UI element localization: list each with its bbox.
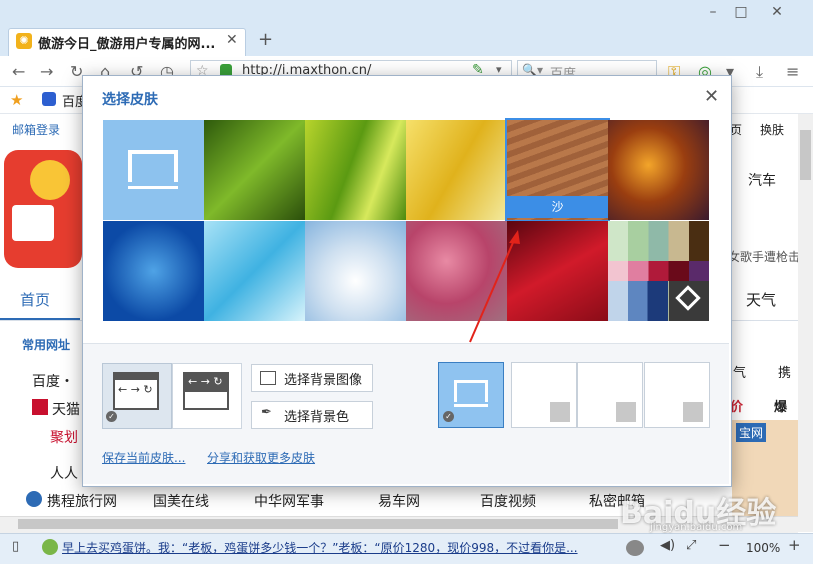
nav-car[interactable]: 汽车 bbox=[748, 170, 776, 190]
minimize-icon[interactable]: – bbox=[700, 2, 726, 22]
site-link[interactable]: 天猫 bbox=[52, 399, 80, 419]
skin-tile-water[interactable] bbox=[103, 221, 204, 321]
new-tab-icon[interactable]: + bbox=[258, 29, 273, 50]
adblock-icon[interactable] bbox=[626, 540, 644, 556]
select-background-image-label[interactable]: 选择背景图像 bbox=[284, 369, 362, 388]
sidebar-toggle-icon[interactable]: ▯ bbox=[12, 539, 19, 554]
logo-m-icon bbox=[12, 205, 54, 241]
site-link[interactable]: 易车网 bbox=[378, 491, 420, 511]
site-link[interactable]: 百度・ bbox=[32, 371, 74, 391]
share-get-more-skins-link[interactable]: 分享和获取更多皮肤 bbox=[207, 449, 315, 466]
maxthon-m-icon bbox=[128, 150, 178, 182]
slot-maxthon-bar bbox=[454, 404, 488, 407]
right-burst[interactable]: 爆 bbox=[774, 396, 787, 415]
forward-icon[interactable]: → bbox=[40, 62, 53, 81]
selected-skin-label[interactable]: 沙 bbox=[507, 196, 608, 218]
save-current-skin-link[interactable]: 保存当前皮肤... bbox=[102, 449, 185, 466]
ctrip-icon bbox=[26, 491, 42, 507]
back-icon[interactable]: ← bbox=[12, 62, 25, 81]
mail-login-link[interactable]: 邮箱登录 bbox=[12, 121, 60, 138]
baidu-watermark-url: jingyan.baidu.com bbox=[650, 522, 743, 533]
slot-placeholder-icon bbox=[683, 402, 703, 422]
maxthon-tab-icon: ✺ bbox=[16, 33, 32, 49]
slot-check-icon: ✓ bbox=[443, 411, 454, 422]
skin-tile-rose[interactable] bbox=[507, 221, 608, 321]
zoom-out-icon[interactable]: − bbox=[718, 536, 731, 554]
vertical-scroll-thumb[interactable] bbox=[800, 130, 811, 180]
select-background-color-label[interactable]: 选择背景色 bbox=[284, 406, 349, 425]
tab-title[interactable]: 傲游今日_傲游用户专属的网... bbox=[38, 33, 218, 51]
horizontal-scroll-thumb[interactable] bbox=[18, 519, 618, 529]
color-swatch-row bbox=[608, 261, 709, 281]
baidu-paw-icon bbox=[42, 92, 56, 106]
selected-check-icon: ✓ bbox=[106, 411, 117, 422]
site-link[interactable]: 百度视频 bbox=[480, 491, 536, 511]
news-headline[interactable]: 女歌手遭枪击 bbox=[728, 248, 800, 265]
menu-icon[interactable]: ≡ bbox=[786, 62, 799, 81]
slot-placeholder-icon bbox=[550, 402, 570, 422]
dialog-title: 选择皮肤 bbox=[102, 92, 158, 108]
joke-face-icon bbox=[42, 539, 58, 555]
skin-tile-leaf[interactable] bbox=[305, 120, 406, 220]
favorites-star-icon[interactable]: ★ bbox=[10, 91, 23, 109]
image-icon bbox=[260, 371, 276, 385]
volume-icon[interactable]: ◀) bbox=[660, 538, 675, 553]
title-bar bbox=[0, 0, 813, 26]
site-link[interactable]: 人人 bbox=[50, 463, 78, 483]
site-link[interactable]: 携程旅行网 bbox=[47, 491, 117, 511]
nav-home[interactable]: 首页 bbox=[20, 289, 50, 310]
skin-tile-yellow-petal[interactable] bbox=[406, 120, 507, 220]
close-window-icon[interactable]: ✕ bbox=[764, 2, 790, 22]
right-xie[interactable]: 携 bbox=[778, 362, 791, 381]
maxthon-m-bar bbox=[128, 186, 178, 189]
layout-b-content bbox=[185, 392, 227, 408]
skin-tile-ice[interactable] bbox=[204, 221, 305, 321]
maximize-icon[interactable]: □ bbox=[728, 2, 754, 22]
skin-tile-blossom[interactable] bbox=[406, 221, 507, 321]
layout-b-arrows-icon: ← → ↻ bbox=[188, 375, 223, 388]
common-sites-heading: 常用网址 bbox=[22, 338, 71, 352]
fullscreen-icon[interactable]: ⤢ bbox=[686, 538, 696, 553]
layout-a-arrows-icon: ← → ↻ bbox=[118, 383, 153, 396]
layout-a-bar bbox=[113, 372, 159, 380]
skin-tile-clouds[interactable] bbox=[305, 221, 406, 321]
tmall-icon bbox=[32, 399, 48, 415]
change-skin-link[interactable]: 换肤 bbox=[760, 121, 784, 138]
eyedropper-icon: ✒ bbox=[261, 405, 272, 420]
color-swatch-row-2 bbox=[608, 281, 668, 321]
skin-tile-grass[interactable] bbox=[204, 120, 305, 220]
site-link[interactable]: 中华网军事 bbox=[254, 491, 324, 511]
zoom-in-icon[interactable]: + bbox=[788, 536, 801, 554]
dialog-close-icon[interactable]: ✕ bbox=[704, 86, 719, 107]
ad-banner-text: 宝网 bbox=[736, 423, 767, 442]
logo-sun-icon bbox=[30, 160, 70, 200]
site-link[interactable]: 国美在线 bbox=[153, 491, 209, 511]
right-qi[interactable]: 气 bbox=[733, 362, 746, 381]
tab-close-icon[interactable]: ✕ bbox=[226, 32, 238, 48]
status-news-text[interactable]: 早上去买鸡蛋饼。我：“老板，鸡蛋饼多少钱一个？”老板：“原价1280，现价998… bbox=[62, 539, 602, 556]
zoom-level[interactable]: 100% bbox=[746, 541, 780, 555]
slot-placeholder-icon bbox=[616, 402, 636, 422]
slot-maxthon-icon bbox=[454, 380, 488, 402]
download-icon[interactable]: ⤓ bbox=[756, 62, 763, 82]
nav-weather[interactable]: 天气 bbox=[746, 289, 776, 310]
skin-tile-bokeh[interactable] bbox=[608, 120, 709, 220]
site-link[interactable]: 聚划 bbox=[50, 427, 78, 447]
